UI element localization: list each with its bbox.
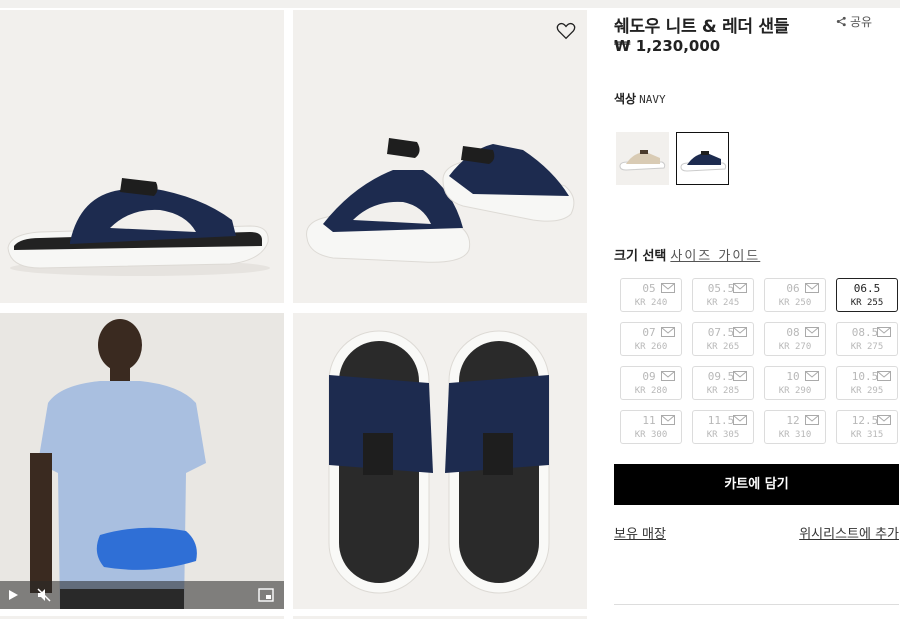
size-option[interactable]: 07.5 KR 265 [692, 322, 754, 356]
size-kr: KR 250 [778, 298, 812, 308]
mail-icon [805, 327, 819, 337]
mail-icon [661, 327, 675, 337]
size-kr: KR 305 [706, 430, 740, 440]
product-image-side[interactable] [0, 10, 284, 303]
mail-icon [661, 415, 675, 425]
share-label: 공유 [850, 15, 873, 29]
size-option[interactable]: 11 KR 300 [620, 410, 682, 444]
size-option[interactable]: 10 KR 290 [764, 366, 826, 400]
size-option[interactable]: 07 KR 260 [620, 322, 682, 356]
mail-icon [805, 371, 819, 381]
size-kr: KR 295 [850, 386, 884, 396]
size-option[interactable]: 09 KR 280 [620, 366, 682, 400]
size-option-selected[interactable]: 06.5 KR 255 [836, 278, 898, 312]
size-option[interactable]: 12.5 KR 315 [836, 410, 898, 444]
size-option[interactable]: 10.5 KR 295 [836, 366, 898, 400]
model-video-frame [0, 313, 284, 609]
mail-icon [805, 415, 819, 425]
size-kr: KR 315 [850, 430, 884, 440]
add-to-cart-button[interactable]: 카트에 담기 [614, 464, 899, 505]
size-option[interactable]: 11.5 KR 305 [692, 410, 754, 444]
mail-icon [661, 371, 675, 381]
size-option[interactable]: 08 KR 270 [764, 322, 826, 356]
size-kr: KR 280 [634, 386, 668, 396]
color-swatch-beige[interactable] [616, 132, 669, 185]
size-kr: KR 270 [778, 342, 812, 352]
mail-icon [733, 327, 747, 337]
size-header: 크기 선택 사이즈 가이드 [614, 245, 760, 264]
color-value: NAVY [639, 93, 666, 106]
product-image-angled[interactable] [293, 10, 587, 303]
size-option[interactable]: 12 KR 310 [764, 410, 826, 444]
mail-icon [661, 283, 675, 293]
product-price: ₩ 1,230,000 [614, 37, 721, 55]
sandal-angled-illustration [306, 138, 575, 263]
add-to-wishlist-link[interactable]: 위시리스트에 추가 [799, 523, 899, 542]
size-kr: KR 260 [634, 342, 668, 352]
mail-icon [805, 283, 819, 293]
size-kr: KR 245 [706, 298, 740, 308]
heart-icon[interactable] [555, 20, 577, 42]
store-availability-link[interactable]: 보유 매장 [614, 523, 666, 542]
play-icon[interactable] [6, 588, 20, 602]
size-option[interactable]: 05 KR 240 [620, 278, 682, 312]
size-kr: KR 265 [706, 342, 740, 352]
size-kr: KR 310 [778, 430, 812, 440]
product-title: 쉐도우 니트 & 레더 샌들 [614, 17, 790, 37]
size-kr: KR 240 [634, 298, 668, 308]
size-option[interactable]: 09.5 KR 285 [692, 366, 754, 400]
share-button[interactable]: 공유 [836, 13, 872, 30]
share-icon [836, 16, 846, 27]
mail-icon [733, 371, 747, 381]
size-option[interactable]: 06 KR 250 [764, 278, 826, 312]
product-video[interactable] [0, 313, 284, 609]
sandal-top-illustration [328, 330, 550, 594]
mute-icon[interactable] [36, 587, 52, 603]
size-kr: KR 255 [850, 298, 884, 308]
sandal-side-illustration [7, 178, 270, 276]
size-kr: KR 285 [706, 386, 740, 396]
size-eu: 06.5 [853, 282, 881, 295]
size-option[interactable]: 08.5 KR 275 [836, 322, 898, 356]
size-kr: KR 290 [778, 386, 812, 396]
mail-icon [877, 371, 891, 381]
size-kr: KR 275 [850, 342, 884, 352]
size-kr: KR 300 [634, 430, 668, 440]
video-controls [0, 581, 284, 609]
divider [614, 604, 899, 605]
size-label: 크기 선택 [614, 249, 667, 264]
color-swatch-navy[interactable] [676, 132, 729, 185]
mail-icon [733, 283, 747, 293]
product-gallery [0, 10, 590, 619]
mail-icon [877, 327, 891, 337]
color-label: 색상 [614, 92, 637, 106]
mail-icon [877, 415, 891, 425]
size-guide-link[interactable]: 사이즈 가이드 [670, 249, 760, 264]
mail-icon [733, 415, 747, 425]
size-option[interactable]: 05.5 KR 245 [692, 278, 754, 312]
product-info-panel: 쉐도우 니트 & 레더 샌들 공유 ₩ 1,230,000 색상 NAVY 크기 … [614, 0, 900, 619]
color-row: 색상 NAVY [614, 90, 666, 107]
picture-in-picture-icon[interactable] [258, 588, 274, 602]
product-image-top[interactable] [293, 313, 587, 609]
